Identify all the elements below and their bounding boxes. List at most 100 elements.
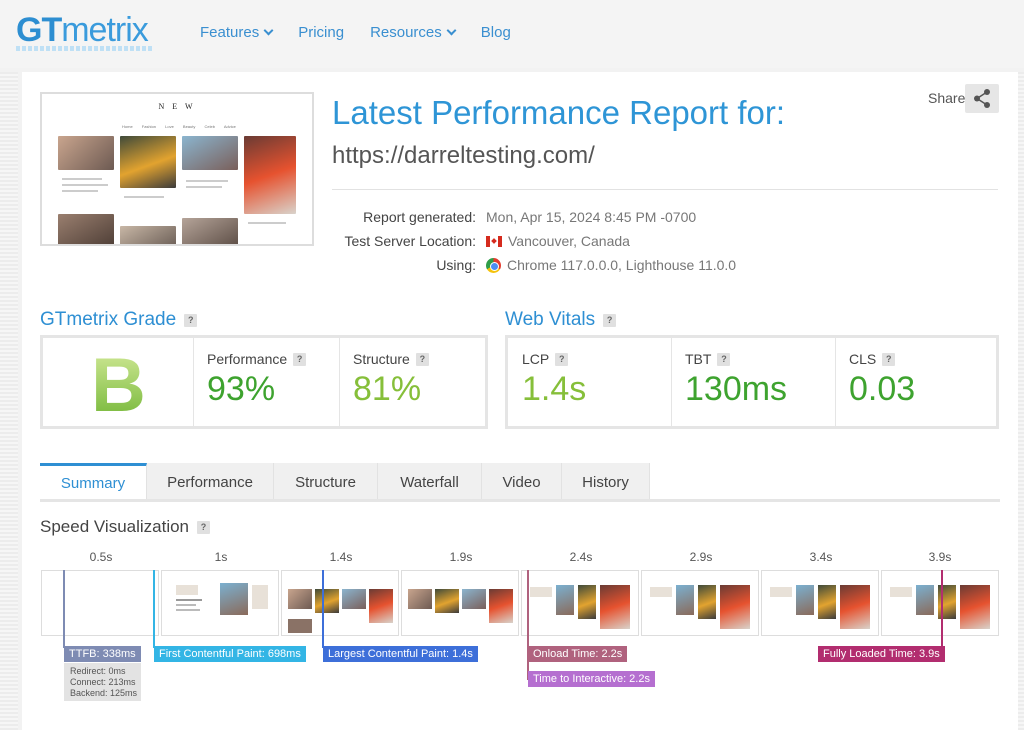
frame-block <box>176 585 198 595</box>
top-navigation-bar: GTmetrix Features Pricing Resources Blog <box>0 0 1024 68</box>
ttfb-breakdown: Redirect: 0ms Connect: 213ms Backend: 12… <box>64 663 141 701</box>
frame-block <box>600 585 630 629</box>
timeline-tick: 1s <box>214 550 228 564</box>
frame-block <box>818 585 836 619</box>
performance-score-cell: Performance? 93% <box>193 338 339 426</box>
tab-summary[interactable]: Summary <box>40 463 147 501</box>
thumbnail-text-line <box>186 180 228 182</box>
filmstrip-frame[interactable] <box>41 570 159 636</box>
share-button[interactable] <box>965 84 999 113</box>
report-url[interactable]: https://darreltesting.com/ <box>332 142 595 170</box>
share-label: Share <box>928 90 966 106</box>
tbt-value: 130ms <box>685 370 788 408</box>
frame-block <box>315 589 339 613</box>
thumbnail-text-line <box>62 184 108 186</box>
chevron-down-icon <box>446 25 457 36</box>
tti-label: Time to Interactive: 2.2s <box>528 671 655 687</box>
structure-value: 81% <box>353 370 422 408</box>
meta-value: Chrome 117.0.0.0, Lighthouse 11.0.0 <box>486 257 736 273</box>
timeline-tick: 1.9s <box>449 550 473 564</box>
fcp-marker-line <box>153 570 155 648</box>
cls-label: CLS? <box>849 351 896 367</box>
fully-loaded-label: Fully Loaded Time: 3.9s <box>818 646 945 662</box>
using-row: Using: Chrome 117.0.0.0, Lighthouse 11.0… <box>300 255 1000 275</box>
tbt-label: TBT? <box>685 351 731 367</box>
frame-block <box>890 587 912 597</box>
help-icon[interactable]: ? <box>603 313 617 327</box>
thumbnail-photo <box>58 136 114 170</box>
help-icon[interactable]: ? <box>293 352 307 366</box>
chrome-icon <box>486 257 501 273</box>
gtmetrix-logo[interactable]: GTmetrix <box>16 10 149 50</box>
filmstrip-frame[interactable] <box>281 570 399 636</box>
timeline-tick: 2.9s <box>689 550 713 564</box>
site-screenshot-thumbnail[interactable]: N E W Home Fashion Love Beauty Celeb Adv… <box>40 92 314 246</box>
frame-block <box>288 589 312 609</box>
main-nav: Features Pricing Resources Blog <box>200 24 537 41</box>
nav-features[interactable]: Features <box>200 24 274 41</box>
nav-resources[interactable]: Resources <box>370 24 457 41</box>
help-icon[interactable]: ? <box>717 352 731 366</box>
timeline-tick: 3.9s <box>928 550 952 564</box>
meta-label: Using: <box>436 257 476 273</box>
help-icon[interactable]: ? <box>184 313 198 327</box>
meta-label: Report generated: <box>363 209 476 225</box>
report-title: Latest Performance Report for: <box>332 94 786 131</box>
frame-block <box>252 585 268 609</box>
ttfb-marker-line <box>63 570 65 648</box>
canada-flag-icon <box>486 235 502 247</box>
frame-block <box>176 609 200 611</box>
structure-score-cell: Structure? 81% <box>339 338 485 426</box>
fully-loaded-marker-line <box>941 570 943 648</box>
filmstrip-frame[interactable] <box>161 570 279 636</box>
tbt-cell: TBT? 130ms <box>671 338 834 426</box>
timeline-tick: 3.4s <box>809 550 833 564</box>
thumbnail-text-line <box>124 196 164 198</box>
frame-block <box>408 589 432 609</box>
tab-performance[interactable]: Performance <box>147 463 274 501</box>
thumbnail-photo <box>182 218 238 244</box>
server-location-row: Test Server Location: Vancouver, Canada <box>300 231 1000 251</box>
thumbnail-photo <box>244 136 296 214</box>
structure-label: Structure? <box>353 351 429 367</box>
lcp-label: LCP? <box>522 351 569 367</box>
help-icon[interactable]: ? <box>197 520 211 534</box>
help-icon[interactable]: ? <box>415 352 429 366</box>
help-icon[interactable]: ? <box>882 352 896 366</box>
frame-block <box>720 585 750 629</box>
filmstrip-frame[interactable] <box>521 570 639 636</box>
frame-block <box>840 585 870 629</box>
report-generated-row: Report generated: Mon, Apr 15, 2024 8:45… <box>300 207 1000 227</box>
fcp-label: First Contentful Paint: 698ms <box>154 646 306 662</box>
nav-blog[interactable]: Blog <box>481 24 511 41</box>
frame-block <box>369 589 393 623</box>
frame-block <box>342 589 366 609</box>
thumbnail-text-line <box>62 178 102 180</box>
nav-pricing[interactable]: Pricing <box>298 24 344 41</box>
tab-video[interactable]: Video <box>482 463 562 501</box>
performance-value: 93% <box>207 370 276 408</box>
frame-block <box>220 583 248 615</box>
thumbnail-text-line <box>248 222 286 224</box>
lcp-marker-line <box>322 570 324 648</box>
tabs-underline <box>40 499 1000 502</box>
thumbnail-photo <box>120 136 176 188</box>
web-vitals-box: LCP? 1.4s TBT? 130ms CLS? 0.03 <box>505 335 999 429</box>
filmstrip-frame[interactable] <box>761 570 879 636</box>
tab-structure[interactable]: Structure <box>274 463 378 501</box>
help-icon[interactable]: ? <box>555 352 569 366</box>
report-tabs: Summary Performance Structure Waterfall … <box>40 463 650 501</box>
timeline-tick: 0.5s <box>89 550 113 564</box>
thumbnail-menu: Home Fashion Love Beauty Celeb Advice <box>122 124 236 129</box>
filmstrip-frame[interactable] <box>881 570 999 636</box>
meta-value: Vancouver, Canada <box>486 233 630 249</box>
frame-block <box>176 599 202 601</box>
frame-block <box>288 619 312 633</box>
filmstrip-frame[interactable] <box>401 570 519 636</box>
tab-history[interactable]: History <box>562 463 650 501</box>
web-vitals-heading: Web Vitals? <box>505 309 617 331</box>
thumbnail-photo <box>182 136 238 170</box>
filmstrip-frame[interactable] <box>641 570 759 636</box>
tab-waterfall[interactable]: Waterfall <box>378 463 482 501</box>
frame-block <box>489 589 513 623</box>
